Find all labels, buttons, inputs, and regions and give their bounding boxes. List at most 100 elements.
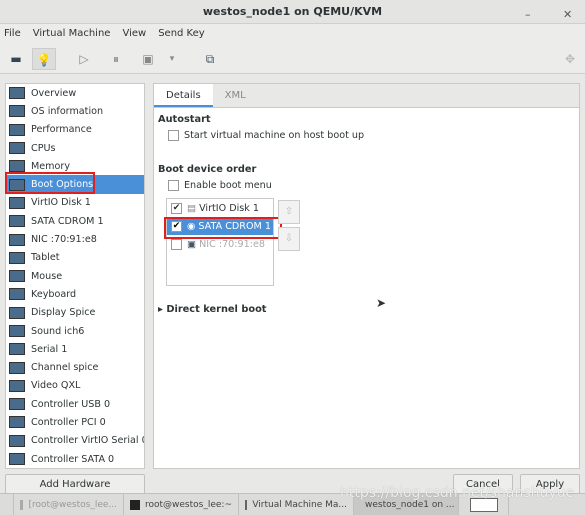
task-label: westos_node1 on ...	[365, 499, 455, 510]
task-label: [root@westos_lee...	[28, 499, 117, 510]
disk-icon: ▤	[187, 202, 197, 214]
checkbox-checked-icon[interactable]: ✔	[171, 202, 182, 214]
enable-boot-menu-label: Enable boot menu	[184, 180, 272, 191]
sidebar-item-label: CPUs	[31, 142, 56, 154]
sidebar-item-video-qxl[interactable]: Video QXL	[6, 377, 144, 395]
shutdown-icon[interactable]: ▣	[136, 48, 160, 70]
sidebar-item-label: Keyboard	[31, 288, 77, 300]
sidebar-item-label: Controller VirtIO Serial 0	[31, 435, 145, 447]
run-icon[interactable]: ▷	[72, 48, 96, 70]
toolbar: ▬ 💡 ▷ ⏸ ▣ ▾ ⧉ ✥	[0, 44, 585, 74]
hardware-icon	[9, 379, 25, 392]
hardware-icon	[9, 251, 25, 264]
sidebar-item-label: Controller PCI 0	[31, 416, 106, 428]
hardware-icon	[9, 288, 25, 301]
title-bar: westos_node1 on QEMU/KVM – ✕	[0, 0, 585, 24]
sidebar-item-sound-ich6[interactable]: Sound ich6	[6, 322, 144, 340]
sidebar-item-virtio-disk-1[interactable]: VirtIO Disk 1	[6, 194, 144, 212]
task-terminal-2[interactable]: root@westos_lee:~	[124, 494, 239, 515]
sidebar-item-label: Display Spice	[31, 307, 96, 319]
sidebar-item-mouse[interactable]: Mouse	[6, 267, 144, 285]
sidebar-item-label: Controller USB 0	[31, 398, 111, 410]
autostart-checkbox[interactable]: Start virtual machine on host boot up	[168, 130, 364, 141]
sidebar-item-label: Video QXL	[31, 380, 81, 392]
tab-xml[interactable]: XML	[213, 84, 258, 107]
sidebar-item-label: Serial 1	[31, 343, 68, 355]
sidebar-item-keyboard[interactable]: Keyboard	[6, 285, 144, 303]
sidebar-item-controller-usb-0[interactable]: Controller USB 0	[6, 395, 144, 413]
sidebar-item-controller-pci-0[interactable]: Controller PCI 0	[6, 413, 144, 431]
boot-device-list: ✔ ▤ VirtIO Disk 1 ✔ ◉ SATA CDROM 1 ▣ NIC :70:…	[166, 198, 274, 286]
sidebar-item-sata-cdrom-1[interactable]: SATA CDROM 1	[6, 212, 144, 230]
fullscreen-icon[interactable]: ⧉	[198, 48, 222, 70]
move-up-button[interactable]: ⇧	[278, 200, 300, 224]
hardware-icon	[9, 105, 25, 118]
details-panel: Details XML Autostart Start virtual mach…	[153, 83, 580, 469]
menu-file[interactable]: File	[4, 24, 21, 44]
watermark: https://blog.csdn.net/shanshuyue	[340, 485, 575, 501]
device-label: NIC :70:91:e8	[199, 238, 265, 250]
hardware-icon	[9, 233, 25, 246]
hardware-icon	[9, 270, 25, 283]
hardware-icon	[9, 215, 25, 228]
tab-details[interactable]: Details	[154, 84, 213, 107]
sidebar-item-serial-1[interactable]: Serial 1	[6, 340, 144, 358]
sidebar-item-performance[interactable]: Performance	[6, 121, 144, 139]
sidebar-item-label: SATA CDROM 1	[31, 215, 104, 227]
vm-icon	[245, 499, 248, 510]
hardware-icon	[9, 142, 25, 155]
hardware-icon	[9, 123, 25, 136]
pause-icon[interactable]: ⏸	[104, 48, 128, 70]
sidebar-item-controller-sata-0[interactable]: Controller SATA 0	[6, 450, 144, 468]
hardware-icon	[9, 398, 25, 411]
sidebar-item-label: NIC :70:91:e8	[31, 234, 97, 246]
sidebar-item-label: Performance	[31, 124, 92, 136]
device-label: VirtIO Disk 1	[199, 202, 259, 214]
menu-send-key[interactable]: Send Key	[158, 24, 205, 44]
hardware-icon	[9, 416, 25, 429]
sidebar-item-display-spice[interactable]: Display Spice	[6, 304, 144, 322]
sata-cdrom-highlight	[164, 217, 282, 239]
boot-options-highlight	[5, 172, 95, 194]
sidebar-item-label: Sound ich6	[31, 325, 85, 337]
sidebar-item-tablet[interactable]: Tablet	[6, 249, 144, 267]
hardware-icon	[9, 434, 25, 447]
details-bulb-icon[interactable]: 💡	[32, 48, 56, 70]
taskbar-overflow[interactable]	[0, 494, 14, 515]
sidebar-item-overview[interactable]: Overview	[6, 84, 144, 102]
direct-kernel-boot-expander[interactable]: ▸ Direct kernel boot	[158, 304, 266, 315]
sidebar-item-label: Tablet	[31, 252, 60, 264]
terminal-icon	[20, 499, 24, 510]
chevron-down-icon[interactable]: ▾	[160, 48, 184, 70]
sidebar-item-controller-virtio-serial-0[interactable]: Controller VirtIO Serial 0	[6, 432, 144, 450]
sidebar-item-channel-spice[interactable]: Channel spice	[6, 358, 144, 376]
task-virt-manager[interactable]: Virtual Machine Ma...	[239, 494, 354, 515]
boot-device-virtio-disk[interactable]: ✔ ▤ VirtIO Disk 1	[167, 199, 273, 217]
move-down-button[interactable]: ⇩	[278, 227, 300, 251]
mouse-cursor-icon: ➤	[376, 296, 387, 310]
sidebar-item-nic-70-91-e8[interactable]: NIC :70:91:e8	[6, 230, 144, 248]
sidebar-item-cpus[interactable]: CPUs	[6, 139, 144, 157]
autostart-label: Start virtual machine on host boot up	[184, 130, 365, 141]
console-icon[interactable]: ▬	[4, 48, 28, 70]
hardware-icon	[9, 361, 25, 374]
nic-icon: ▣	[187, 238, 197, 250]
task-terminal-1[interactable]: [root@westos_lee...	[14, 494, 124, 515]
sidebar-item-label: Overview	[31, 87, 77, 99]
sidebar-item-label: OS information	[31, 105, 104, 117]
hardware-list: Overview OS information Performance CPUs Mem…	[5, 83, 145, 469]
hardware-icon	[9, 196, 25, 209]
hardware-icon	[9, 87, 25, 100]
hardware-icon	[9, 160, 25, 173]
enable-boot-menu-checkbox[interactable]: Enable boot menu	[168, 180, 272, 191]
sidebar-item-label: Channel spice	[31, 362, 99, 374]
task-label: Virtual Machine Ma...	[252, 499, 347, 510]
sidebar-item-os-information[interactable]: OS information	[6, 102, 144, 120]
menu-virtual-machine[interactable]: Virtual Machine	[33, 24, 111, 44]
hardware-icon	[9, 306, 25, 319]
task-label: root@westos_lee:~	[144, 499, 232, 510]
resize-icon[interactable]: ✥	[558, 48, 582, 70]
menu-bar: File Virtual Machine View Send Key	[0, 24, 585, 44]
checkbox-icon[interactable]	[171, 238, 182, 250]
menu-view[interactable]: View	[122, 24, 146, 44]
